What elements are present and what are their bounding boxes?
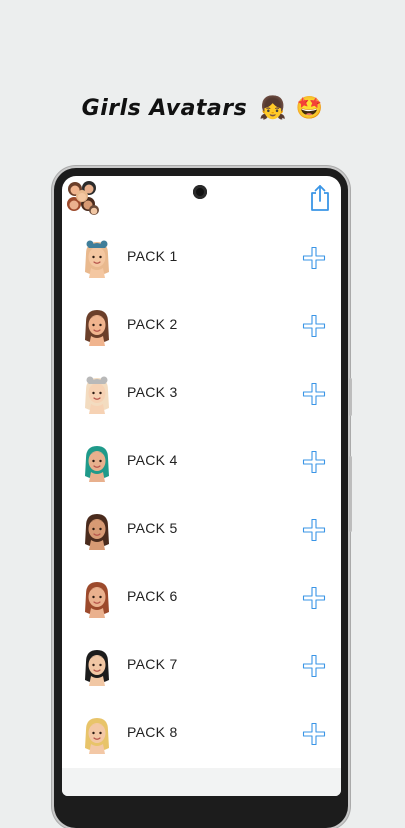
pack-label: PACK 6: [127, 588, 178, 604]
share-icon: [311, 185, 329, 211]
promo-title: Girls Avatars 👧 🤩: [0, 96, 405, 121]
promo-emoji: 👧 🤩: [259, 96, 324, 121]
memoji-avatar-icon: [82, 510, 112, 550]
memoji-avatar-icon: [82, 646, 112, 686]
plus-icon: [302, 314, 326, 338]
add-pack-button[interactable]: [302, 654, 326, 678]
add-pack-button[interactable]: [302, 314, 326, 338]
promo-title-text: Girls Avatars: [81, 96, 248, 121]
pack-row[interactable]: PACK 2: [62, 292, 341, 360]
bottom-bar: [62, 768, 341, 796]
avatar-collage-icon: [66, 180, 100, 216]
power-button: [349, 456, 352, 532]
pack-label: PACK 8: [127, 724, 178, 740]
memoji-avatar-icon: [82, 578, 112, 618]
pack-row[interactable]: PACK 4: [62, 428, 341, 496]
pack-row[interactable]: PACK 3: [62, 360, 341, 428]
memoji-avatar-icon: [82, 714, 112, 754]
memoji-avatar-icon: [82, 306, 112, 346]
pack-label: PACK 2: [127, 316, 178, 332]
memoji-avatar-icon: [82, 442, 112, 482]
memoji-avatar-icon: [82, 238, 112, 278]
pack-list: PACK 1 PACK 2 PACK 3 PACK 4 PACK 5 PACK …: [62, 224, 341, 768]
add-pack-button[interactable]: [302, 246, 326, 270]
volume-button: [349, 378, 352, 416]
add-pack-button[interactable]: [302, 382, 326, 406]
pack-row[interactable]: PACK 1: [62, 224, 341, 292]
plus-icon: [302, 518, 326, 542]
add-pack-button[interactable]: [302, 722, 326, 746]
camera-hole: [193, 185, 207, 199]
pack-row[interactable]: PACK 5: [62, 496, 341, 564]
plus-icon: [302, 722, 326, 746]
pack-row[interactable]: PACK 6: [62, 564, 341, 632]
pack-label: PACK 5: [127, 520, 178, 536]
pack-row[interactable]: PACK 8: [62, 700, 341, 768]
add-pack-button[interactable]: [302, 518, 326, 542]
pack-label: PACK 1: [127, 248, 178, 264]
memoji-avatar-icon: [82, 374, 112, 414]
pack-row[interactable]: PACK 7: [62, 632, 341, 700]
plus-icon: [302, 586, 326, 610]
plus-icon: [302, 382, 326, 406]
pack-label: PACK 3: [127, 384, 178, 400]
add-pack-button[interactable]: [302, 586, 326, 610]
pack-label: PACK 4: [127, 452, 178, 468]
plus-icon: [302, 246, 326, 270]
plus-icon: [302, 450, 326, 474]
app-screen: PACK 1 PACK 2 PACK 3 PACK 4 PACK 5 PACK …: [62, 176, 341, 796]
plus-icon: [302, 654, 326, 678]
share-button[interactable]: [308, 184, 332, 212]
add-pack-button[interactable]: [302, 450, 326, 474]
pack-label: PACK 7: [127, 656, 178, 672]
